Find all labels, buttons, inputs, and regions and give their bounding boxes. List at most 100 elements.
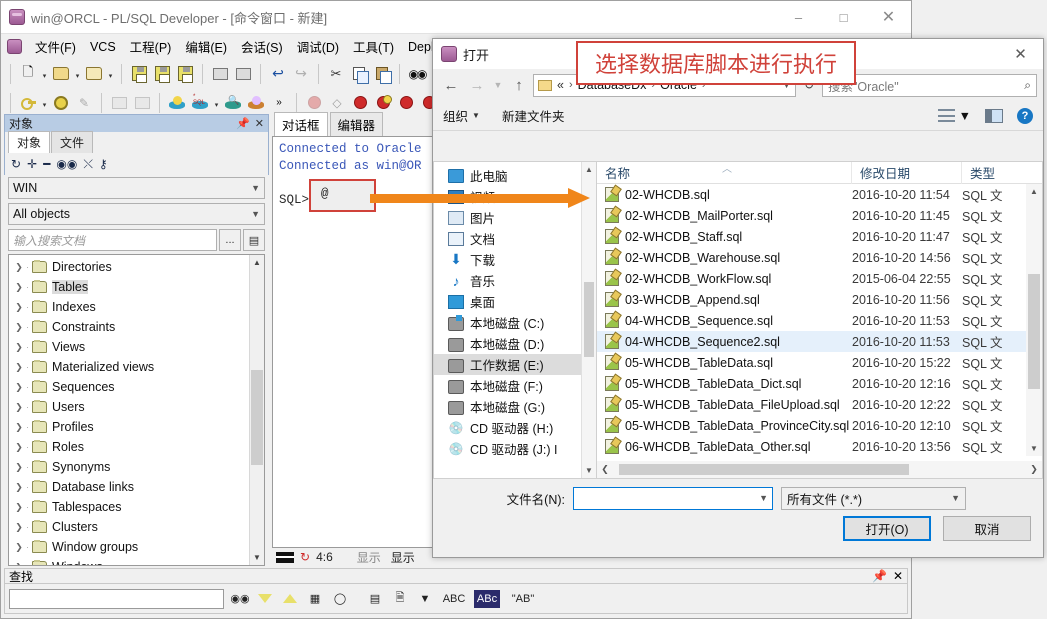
chevron-right-icon[interactable]: ❯ [12, 302, 26, 313]
view-options-button[interactable]: ▼ [937, 109, 971, 123]
tree-item-roles[interactable]: ❯ · Roles [12, 437, 264, 457]
new-dropdown-icon[interactable]: ▾ [40, 63, 49, 85]
settings-gear-icon[interactable] [50, 92, 72, 114]
tree-item-users[interactable]: ❯ · Users [12, 397, 264, 417]
cut-icon[interactable]: ✂ [325, 63, 347, 85]
next-icon[interactable] [256, 590, 274, 608]
table-row[interactable]: 05-WHCDB_TableData_FileUpload.sql 2016-10… [597, 394, 1026, 415]
recent-icon[interactable] [83, 63, 105, 85]
chevron-right-icon[interactable]: ❯ [12, 562, 26, 566]
menu-item-vcs[interactable]: VCS [83, 37, 123, 57]
open-dropdown-icon[interactable]: ▾ [73, 63, 82, 85]
copy-icon[interactable] [348, 63, 370, 85]
refresh-icon[interactable]: ↻ [11, 157, 21, 171]
menu-item-tools[interactable]: 工具(T) [346, 34, 401, 59]
organize-button[interactable]: 组织 ▼ [443, 106, 480, 125]
save-as-icon[interactable] [151, 63, 173, 85]
list-icon[interactable]: ▦ [306, 590, 324, 608]
breakpoint-toggle-icon[interactable] [395, 92, 417, 114]
close-button[interactable]: ✕ [866, 1, 911, 33]
chevron-down-icon[interactable]: ▼ [491, 73, 505, 97]
search-input[interactable]: 输入搜索文档 [8, 229, 217, 251]
tree-item-database-links[interactable]: ❯ · Database links [12, 477, 264, 497]
find-input[interactable] [9, 588, 224, 609]
close-icon[interactable]: ✕ [893, 569, 903, 583]
scroll-up-icon[interactable]: ▲ [582, 162, 596, 177]
tab-files[interactable]: 文件 [51, 131, 94, 153]
chevron-right-icon[interactable]: ❯ [12, 542, 26, 553]
tree-scrollbar[interactable]: ▲ ▼ [249, 255, 264, 565]
tree-item-profiles[interactable]: ❯ · Profiles [12, 417, 264, 437]
place-item-drive-d[interactable]: 本地磁盘 (D:) [434, 333, 596, 354]
tree-item-constraints[interactable]: ❯ · Constraints [12, 317, 264, 337]
close-icon[interactable]: ✕ [255, 117, 264, 130]
breakpoint-icon[interactable] [349, 92, 371, 114]
scroll-thumb[interactable] [619, 464, 909, 475]
menu-item-project[interactable]: 工程(P) [123, 34, 179, 59]
chevron-right-icon[interactable]: ❯ [12, 322, 26, 333]
menu-item-session[interactable]: 会话(S) [234, 34, 290, 59]
more-tools-icon[interactable]: » [268, 92, 290, 114]
match-word-toggle[interactable]: "AB" [507, 590, 539, 608]
place-item-cd-h[interactable]: 💿 CD 驱动器 (H:) [434, 417, 596, 438]
table-row[interactable]: 04-WHCDB_Sequence.sql 2016-10-20 11:53 SQL… [597, 310, 1026, 331]
scroll-thumb[interactable] [251, 370, 263, 465]
previous-icon[interactable] [281, 590, 299, 608]
chevron-right-icon[interactable]: ❯ [12, 402, 26, 413]
binoculars-icon[interactable]: ◉◉ [230, 590, 249, 608]
menu-item-edit[interactable]: 编辑(E) [178, 34, 234, 59]
filter-icon[interactable]: ⤬ [83, 157, 93, 172]
clear-icon[interactable]: ◯ [331, 590, 349, 608]
copy-icon[interactable]: 🗎 [391, 590, 409, 608]
place-item-desktop[interactable]: 桌面 [434, 291, 596, 312]
table-row[interactable]: 05-WHCDB_TableData_Dict.sql 2016-10-20 12… [597, 373, 1026, 394]
scroll-up-icon[interactable]: ▲ [250, 255, 264, 270]
chevron-right-icon[interactable]: ❯ [12, 362, 26, 373]
chevron-right-icon[interactable]: ❯ [12, 522, 26, 533]
table-row[interactable]: 04-WHCDB_Sequence2.sql 2016-10-20 11:53 SQ… [597, 331, 1026, 352]
chevron-right-icon[interactable]: ❯ [12, 282, 26, 293]
dropdown-icon[interactable]: ▼ [416, 590, 434, 608]
find-icon[interactable]: ◉◉ [406, 63, 428, 85]
chevron-right-icon[interactable]: ❯ [12, 442, 26, 453]
tree-item-windows[interactable]: ❯·Windows [12, 557, 264, 566]
table-row[interactable]: 02-WHCDB_WorkFlow.sql 2015-06-04 22:55 SQL… [597, 268, 1026, 289]
scroll-up-icon[interactable]: ▲ [1026, 184, 1042, 199]
file-type-select[interactable]: 所有文件 (*.*) ▼ [781, 486, 966, 510]
table-row[interactable]: 03-WHCDB_Append.sql 2016-10-20 11:56 SQL 文 [597, 289, 1026, 310]
menu-item-file[interactable]: 文件(F) [28, 34, 83, 59]
object-tree[interactable]: ❯ · Directories ❯ · Tables ❯ · Indexes ❯ · Const… [8, 254, 265, 566]
chevron-right-icon[interactable]: ❯ [12, 382, 26, 393]
scroll-track[interactable] [613, 463, 1026, 476]
lock-icon[interactable]: ⚷ [99, 157, 108, 171]
sql-dropdown-icon[interactable]: ▾ [212, 92, 221, 114]
arrow-up-icon[interactable]: ↑ [507, 73, 531, 97]
tree-item-sequences[interactable]: ❯ · Sequences [12, 377, 264, 397]
scroll-down-icon[interactable]: ▼ [250, 550, 264, 565]
new-sql-window-icon[interactable] [166, 92, 188, 114]
session-icon[interactable] [245, 92, 267, 114]
close-icon[interactable]: ✕ [998, 39, 1043, 69]
table-row[interactable]: 02-WHCDB_Staff.sql 2016-10-20 11:47 SQL 文 [597, 226, 1026, 247]
objects-filter-select[interactable]: All objects ▼ [8, 203, 265, 225]
document-icon[interactable]: ▤ [243, 229, 265, 251]
stop-icon[interactable]: ↻ [300, 550, 310, 564]
minimize-button[interactable]: – [776, 1, 821, 33]
add-icon[interactable]: ✛ [27, 157, 37, 171]
table-row[interactable]: 02-WHCDB_MailPorter.sql 2016-10-20 11:45 S… [597, 205, 1026, 226]
save-icon[interactable] [128, 63, 150, 85]
tab-dialog[interactable]: 对话框 [274, 112, 328, 136]
scroll-right-icon[interactable]: ❯ [1026, 464, 1042, 475]
place-item-drive-e[interactable]: 工作数据 (E:) [434, 354, 596, 375]
breakpoint-cond-icon[interactable] [372, 92, 394, 114]
explain-plan-icon[interactable] [222, 92, 244, 114]
cancel-button[interactable]: 取消 [943, 516, 1031, 541]
scroll-thumb[interactable] [584, 282, 594, 357]
tree-item-views[interactable]: ❯ · Views [12, 337, 264, 357]
binoculars-icon[interactable]: ◉◉ [56, 157, 77, 171]
chevron-right-icon[interactable]: ❯ [12, 422, 26, 433]
key-dropdown-icon[interactable]: ▾ [40, 92, 49, 114]
tree-item-materialized-views[interactable]: ❯ · Materialized views [12, 357, 264, 377]
new-icon[interactable]: 🗋 [17, 63, 39, 85]
tree-item-directories[interactable]: ❯ · Directories [12, 257, 264, 277]
